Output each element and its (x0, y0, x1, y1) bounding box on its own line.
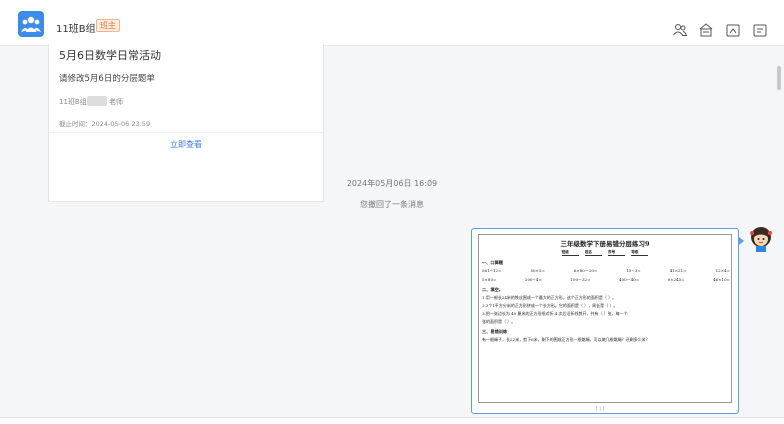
group-avatar-icon (21, 16, 41, 32)
card-title: 5月6日数学日常活动 (59, 49, 161, 62)
calc-row: 5×80= 200÷4= 100－32= 400－40= 0×245= 46×1… (482, 277, 730, 283)
cartoon-avatar-icon (750, 227, 772, 252)
image-bottom-mark: | | | (596, 406, 605, 412)
sender-avatar[interactable] (746, 223, 776, 253)
worksheet-title: 三年级数学下册易错分层练习9 (560, 240, 650, 248)
card-subtitle: 请修改5月6日的分层题单 (59, 74, 155, 84)
calc-item: 50×5= (530, 268, 545, 273)
field-class: 班级 (561, 250, 579, 256)
group-name: 11班B组 (56, 24, 96, 35)
calc-item: 41×21= (669, 268, 687, 273)
section-heading: 三、易错训练 (482, 329, 508, 334)
calc-item: 0×245= (667, 277, 685, 282)
card-divider (49, 132, 323, 133)
question-line: 有一根绳子，长22米，剪下6米，剩下的围成正方形一根跳绳，可以做几根跳绳？还剩多… (482, 337, 650, 342)
card-sender-role: 老师 (109, 98, 123, 106)
calc-row: 561÷12= 50×5= 6×80－20= 15÷3= 41×21= 12×4… (482, 268, 730, 274)
recall-notice: 您撤回了一条消息 (360, 200, 424, 209)
calc-item: 561÷12= (482, 268, 502, 273)
field-number: 序号 (608, 250, 626, 256)
field-name: 姓名 (584, 250, 602, 256)
card-sender: 11班B组 (59, 98, 87, 106)
calc-item: 46×10= (713, 277, 730, 282)
calc-item: 15÷3= (626, 268, 641, 273)
folder-icon[interactable] (725, 22, 741, 38)
group-members-icon[interactable] (672, 22, 688, 38)
bubble-arrow (739, 237, 744, 245)
redacted-name (87, 96, 107, 106)
question-line: 3.把一张边长为 40 厘米的正方形纸对折 4 次后沿折线剪开，共有（ ）张，每… (482, 311, 628, 316)
section-heading: 二、填空。 (482, 287, 503, 292)
scrollbar[interactable] (777, 66, 781, 90)
home-icon[interactable] (698, 22, 714, 38)
calc-item: 400－40= (619, 277, 640, 282)
card-deadline: 截止时间：2024-05-06 23:59 (59, 120, 151, 128)
calc-item: 12×4= (715, 268, 730, 273)
calc-item: 200÷4= (524, 277, 542, 282)
calc-item: 100－32= (570, 277, 591, 282)
group-avatar[interactable] (18, 11, 44, 37)
image-icon[interactable] (752, 22, 768, 38)
chat-area[interactable]: 5月6日数学日常活动 请修改5月6日的分层题单 11班B组 老师 截止时间：20… (0, 44, 784, 417)
question-line: 张的面积是（ ）。 (482, 319, 516, 324)
field-grade: 等级 (631, 250, 649, 256)
calc-item: 5×80= (482, 277, 497, 282)
worksheet-image: 三年级数学下册易错分层练习9 班级 姓名 序号 等级 一、口算题 561÷12=… (478, 234, 732, 403)
image-message[interactable]: 三年级数学下册易错分层练习9 班级 姓名 序号 等级 一、口算题 561÷12=… (471, 228, 739, 414)
view-now-button[interactable]: 立即查看 (49, 135, 323, 155)
message-timestamp: 2024年05月06日 16:09 (346, 179, 438, 188)
question-line: 1.用一根长24米的铁丝围成一个最大的正方形，这个正方形的面积是（ ）。 (482, 295, 617, 300)
question-line: 2.3个1平方分米的正方形拼成一个长方形，它的面积是（ ），周长是（ ）。 (482, 303, 618, 308)
calc-item: 6×80－20= (573, 268, 598, 273)
role-badge: 班主 (96, 19, 120, 32)
worksheet-fields: 班级 姓名 序号 等级 (479, 250, 731, 256)
chat-header: 11班B组 班主 (0, 0, 784, 46)
section-heading: 一、口算题 (482, 260, 503, 265)
